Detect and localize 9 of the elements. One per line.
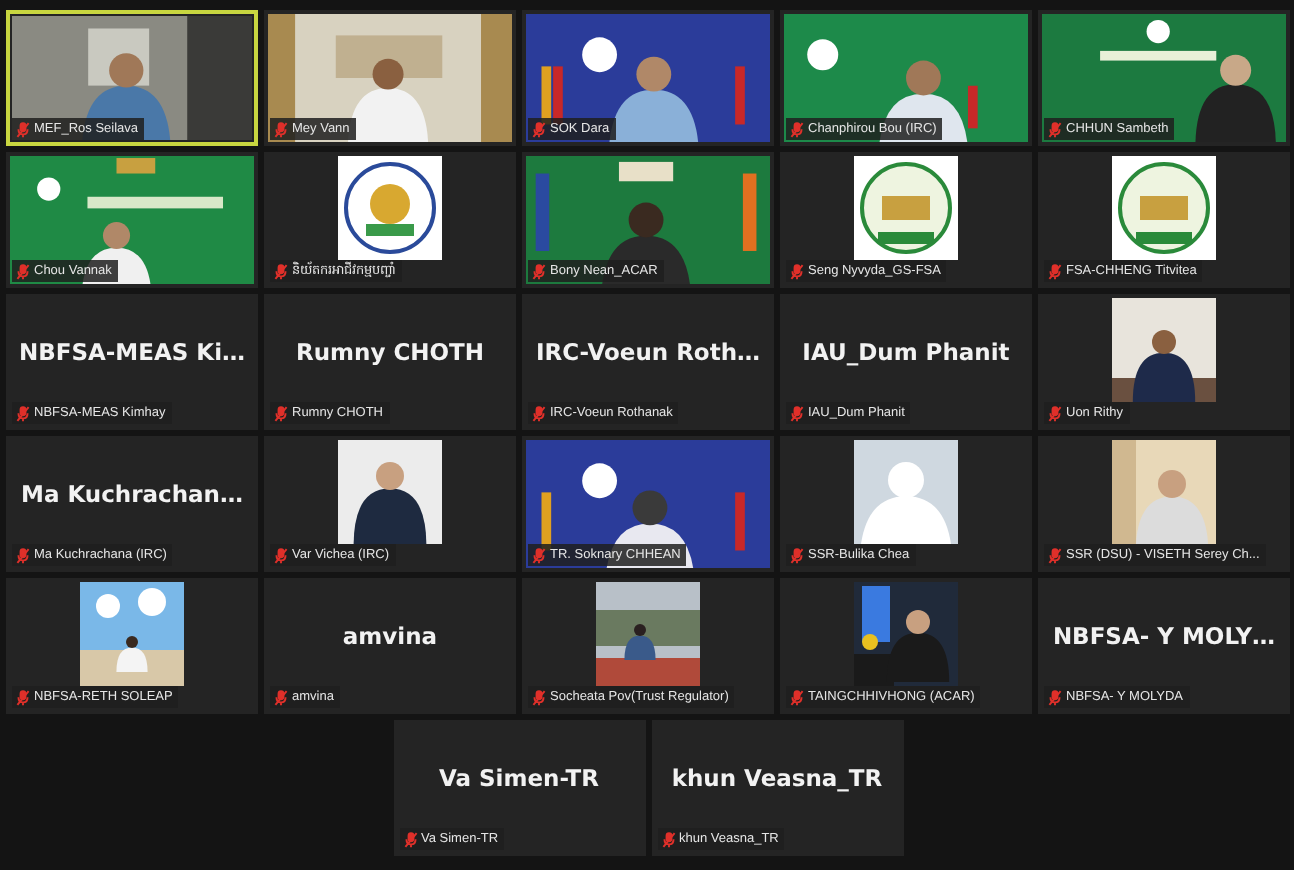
display-name: Rumny CHOTH <box>295 338 485 366</box>
display-name: amvina <box>342 622 438 650</box>
display-name: IAU_Dum Phanit <box>802 338 1010 366</box>
display-name: IRC-Voeun Roth… <box>535 338 761 366</box>
display-name: Ma Kuchrachan… <box>21 480 243 508</box>
display-name: NBFSA- Y MOLY… <box>1052 622 1276 650</box>
display-name: khun Veasna_TR <box>671 764 883 792</box>
display-name: NBFSA-MEAS Ki… <box>18 338 246 366</box>
display-name: Va Simen-TR <box>438 764 599 792</box>
